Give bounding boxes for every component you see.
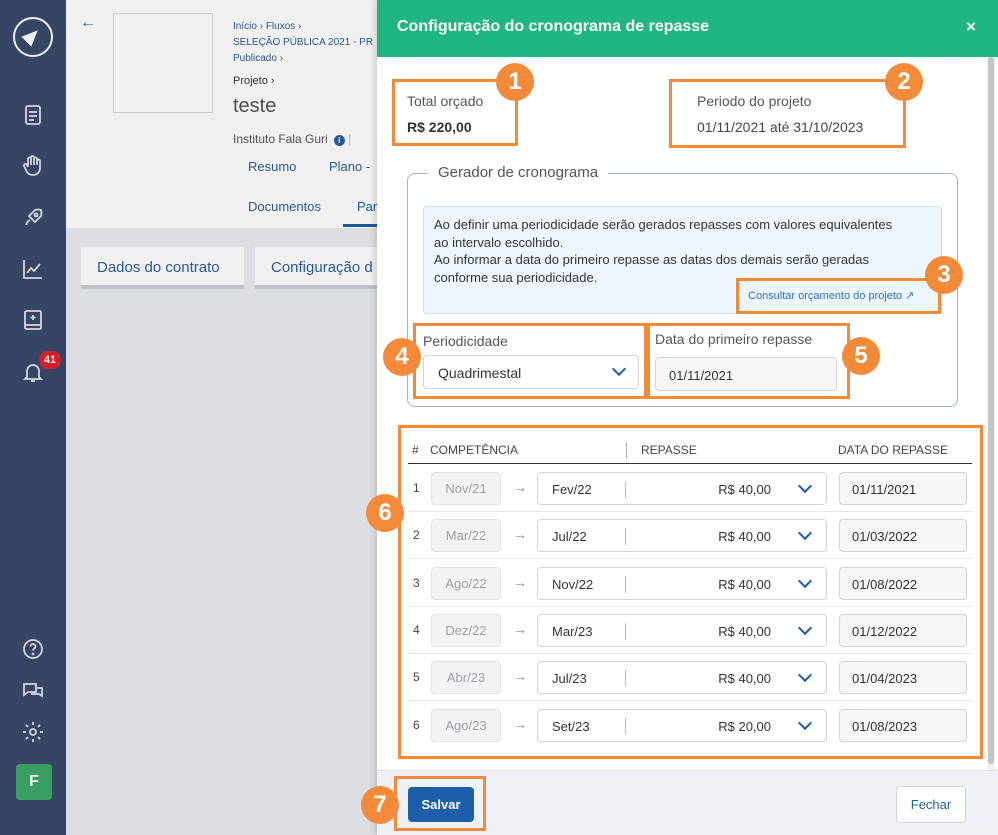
info-line: Ao definir uma periodicidade serão gerad… (434, 217, 893, 232)
annotation-box (736, 278, 941, 314)
annotation-number: 2 (885, 63, 923, 101)
generator-title: Gerador de cronograma (428, 164, 609, 181)
scrollbar[interactable] (987, 57, 995, 770)
annotation-number: 5 (842, 337, 880, 375)
modal-title: Configuração do cronograma de repasse (397, 18, 710, 35)
info-line: Ao informar a data do primeiro repasse a… (434, 252, 870, 267)
modal-overlay (0, 0, 377, 835)
close-button[interactable]: Fechar (896, 786, 966, 823)
info-line: ao intervalo escolhido. (434, 234, 564, 250)
annotation-number: 4 (383, 338, 421, 376)
annotation-number: 1 (496, 63, 534, 101)
annotation-box (398, 425, 983, 759)
close-icon[interactable]: × (966, 17, 976, 37)
annotation-number: 7 (361, 786, 399, 824)
modal-header: Configuração do cronograma de repasse × (377, 0, 998, 57)
annotation-box (647, 323, 850, 399)
annotation-number: 3 (925, 256, 963, 294)
annotation-box (413, 323, 647, 399)
annotation-box (394, 776, 486, 831)
annotation-number: 6 (366, 494, 404, 532)
annotation-box (669, 79, 906, 148)
